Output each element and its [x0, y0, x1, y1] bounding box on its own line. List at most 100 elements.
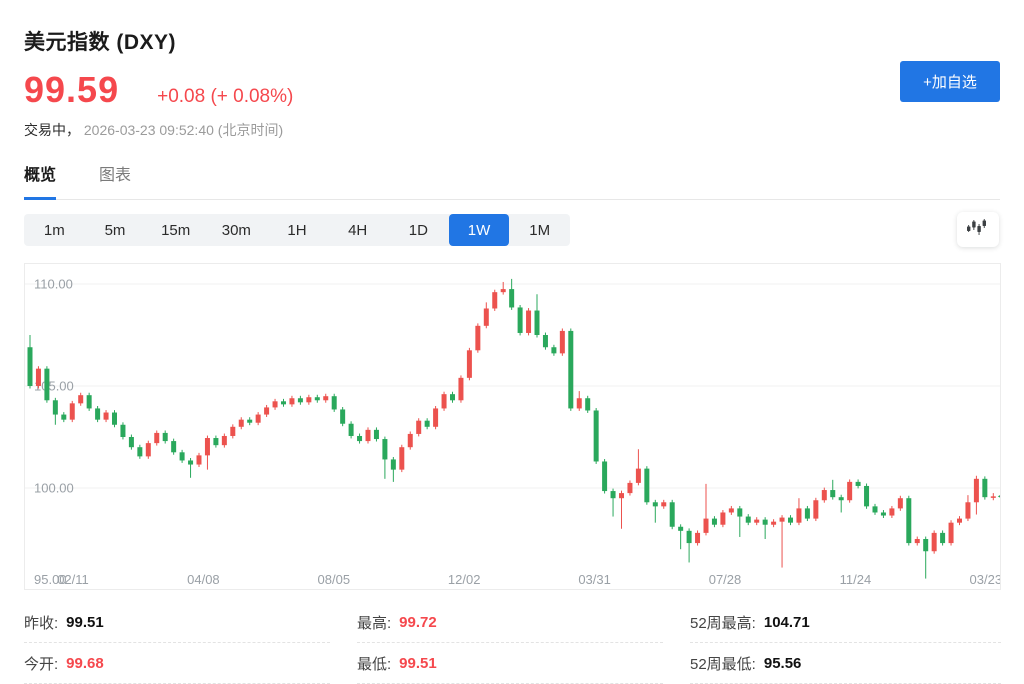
candle-body [425, 421, 430, 427]
stat-value: 99.51 [66, 614, 104, 631]
candle-body [551, 347, 556, 353]
candle-body [661, 502, 666, 506]
interval-30m[interactable]: 30m [206, 214, 267, 246]
candle-body [636, 469, 641, 483]
stat-52wk-high: 52周最高: 104.71 [690, 602, 1001, 643]
candle-body [940, 533, 945, 543]
candle-body [568, 331, 573, 409]
candle-body [273, 401, 278, 407]
candle-body [619, 493, 624, 498]
candle-body [230, 427, 235, 436]
quote-page: 美元指数 (DXY) +加自选 99.59 +0.08 (+ 0.08%) 交易… [0, 0, 1024, 684]
candle-body [796, 508, 801, 522]
candle-body [323, 396, 328, 400]
stat-value: 99.51 [399, 655, 437, 672]
candle-body [163, 433, 168, 441]
candle-body [813, 500, 818, 518]
candle-body [695, 533, 700, 543]
candle-body [382, 439, 387, 459]
candle-body [366, 430, 371, 441]
candle-body [416, 421, 421, 434]
last-price-marker [998, 493, 1000, 501]
interval-4h[interactable]: 4H [327, 214, 388, 246]
candle-body [560, 331, 565, 353]
candle-body [458, 378, 463, 400]
candle-body [687, 531, 692, 543]
candle-body [433, 408, 438, 426]
stat-value: 99.72 [399, 614, 437, 631]
y-axis-label: 100.00 [34, 481, 74, 496]
stat-value: 99.68 [66, 655, 104, 672]
candle-body [357, 436, 362, 441]
candle-body [932, 533, 937, 551]
candle-body [898, 498, 903, 508]
candlestick-chart[interactable]: 110.00105.00100.0095.0002/1104/0808/0512… [24, 263, 1001, 590]
candle-body [467, 350, 472, 378]
tab-chart[interactable]: 图表 [99, 161, 131, 199]
interval-1m[interactable]: 1M [509, 214, 570, 246]
candle-body [839, 497, 844, 500]
candle-body [602, 461, 607, 491]
stat-label: 52周最高: [690, 612, 756, 633]
candle-body [315, 397, 320, 400]
candle-body [873, 506, 878, 512]
candle-body [720, 512, 725, 524]
candle-body [289, 398, 294, 404]
candle-body [957, 519, 962, 523]
candle-body [340, 409, 345, 423]
candle-body [543, 335, 548, 347]
chart-style-button[interactable] [957, 212, 999, 247]
candle-body [492, 292, 497, 308]
last-price: 99.59 [24, 69, 119, 111]
candle-body [399, 447, 404, 469]
tab-overview[interactable]: 概览 [24, 161, 56, 200]
interval-1d[interactable]: 1D [388, 214, 449, 246]
stat-label: 最低: [357, 653, 391, 674]
candle-body [577, 398, 582, 408]
y-axis-label: 110.00 [34, 277, 73, 292]
chart-toolbar: 1m5m15m30m1H4H1D1W1M [24, 214, 1000, 249]
candle-body [864, 486, 869, 506]
candle-body [78, 395, 83, 403]
candle-body [53, 400, 58, 414]
candle-body [729, 508, 734, 512]
add-watchlist-button[interactable]: +加自选 [900, 61, 1000, 102]
stat-label: 今开: [24, 653, 58, 674]
candle-body [332, 396, 337, 409]
candle-body [146, 443, 151, 456]
candle-body [222, 436, 227, 445]
candle-body [154, 433, 159, 443]
candle-body [180, 452, 185, 460]
stats-grid: 昨收: 99.51 最高: 99.72 52周最高: 104.71 今开: 99… [24, 602, 1000, 684]
candle-body [61, 415, 66, 420]
candle-body [611, 491, 616, 498]
candle-body [535, 311, 540, 335]
candle-body [239, 420, 244, 427]
candle-body [95, 408, 100, 419]
candle-body [805, 508, 810, 518]
status-row: 交易中， 2026-03-23 09:52:40 (北京时间) [24, 120, 1000, 140]
x-axis-label: 12/02 [448, 572, 481, 587]
interval-15m[interactable]: 15m [145, 214, 206, 246]
candle-body [213, 438, 218, 445]
candle-body [906, 498, 911, 543]
candle-body [788, 518, 793, 523]
candle-body [965, 502, 970, 518]
tab-bar: 概览 图表 [24, 161, 1000, 200]
interval-5m[interactable]: 5m [85, 214, 146, 246]
interval-selector: 1m5m15m30m1H4H1D1W1M [24, 214, 570, 246]
candle-body [830, 490, 835, 497]
candle-body [70, 403, 75, 419]
candle-body [205, 438, 210, 455]
stat-value: 95.56 [764, 655, 802, 672]
candle-body [746, 517, 751, 523]
x-axis-label: 02/11 [57, 572, 89, 587]
interval-1m[interactable]: 1m [24, 214, 85, 246]
candle-body [627, 483, 632, 493]
interval-1w[interactable]: 1W [449, 214, 510, 246]
price-row: 99.59 +0.08 (+ 0.08%) [24, 69, 1000, 111]
candle-body [281, 401, 286, 404]
candle-body [889, 508, 894, 515]
candle-body [256, 415, 261, 423]
interval-1h[interactable]: 1H [267, 214, 328, 246]
